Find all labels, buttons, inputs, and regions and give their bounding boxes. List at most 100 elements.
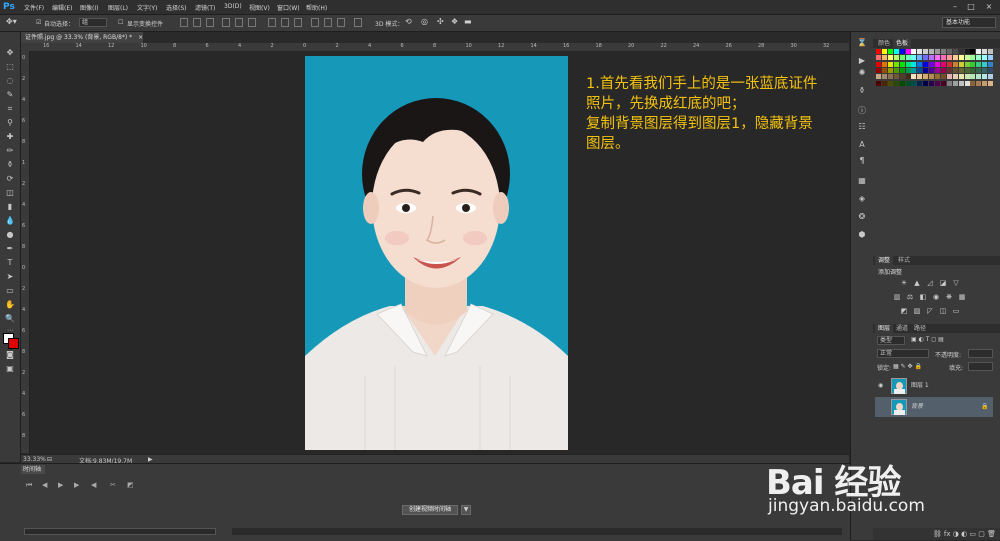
notes-icon[interactable]: ◈	[856, 194, 868, 204]
background-color-swatch[interactable]	[8, 338, 19, 349]
menu-file[interactable]: 文件(F)	[24, 3, 44, 12]
zoom-level[interactable]: 33.33%	[23, 456, 46, 463]
color-swatch[interactable]	[964, 67, 970, 73]
color-swatch[interactable]	[935, 55, 940, 61]
gradient-tool-icon[interactable]: ▮	[4, 202, 16, 212]
color-swatch[interactable]	[899, 67, 905, 73]
info-icon[interactable]: ⓘ	[856, 106, 868, 116]
hue-saturation-icon[interactable]: ▥	[893, 293, 901, 301]
photo-filter-icon[interactable]: ◉	[932, 293, 940, 301]
screen-mode-icon[interactable]: ▣	[4, 364, 16, 374]
color-swatch[interactable]	[988, 55, 994, 61]
color-swatch[interactable]	[917, 49, 923, 54]
tool-presets-icon[interactable]: ❂	[856, 212, 868, 222]
brightness-icon[interactable]: ☀	[900, 279, 908, 287]
paragraph-icon[interactable]: ¶	[856, 156, 868, 166]
color-swatch[interactable]	[940, 67, 946, 73]
color-swatch[interactable]	[905, 61, 911, 67]
workspace-dropdown[interactable]: 基本功能	[942, 17, 996, 28]
levels-icon[interactable]: ▲	[913, 279, 921, 287]
color-swatch[interactable]	[923, 74, 929, 80]
audio-icon[interactable]: ◀	[91, 481, 96, 489]
color-swatch[interactable]	[970, 80, 976, 86]
exposure-icon[interactable]: ◪	[939, 279, 947, 287]
create-video-timeline-button[interactable]: 创建视频时间轴	[402, 505, 458, 515]
layer-name[interactable]: 图层 1	[911, 376, 929, 396]
color-swatch[interactable]	[887, 61, 893, 67]
color-swatch[interactable]	[982, 49, 988, 54]
move-tool-icon[interactable]: ✥	[4, 48, 16, 58]
color-swatch[interactable]	[976, 55, 982, 61]
color-swatch[interactable]	[982, 80, 988, 86]
3d-roll-icon[interactable]: ◎	[421, 17, 428, 26]
color-swatch[interactable]	[958, 49, 964, 54]
color-swatch[interactable]	[876, 67, 881, 73]
color-swatch[interactable]	[905, 55, 911, 61]
prev-frame-icon[interactable]: ◀	[42, 481, 47, 489]
menu-filter[interactable]: 滤镜(T)	[195, 3, 215, 12]
auto-align-icon[interactable]	[354, 18, 362, 27]
color-swatch[interactable]	[976, 74, 982, 80]
clone-stamp-tool-icon[interactable]: ⚱	[4, 160, 16, 170]
color-swatch[interactable]	[964, 49, 970, 54]
color-swatch[interactable]	[881, 55, 887, 61]
color-swatch[interactable]	[887, 80, 893, 86]
visibility-eye-icon[interactable]: ◉	[878, 376, 883, 396]
color-swatch[interactable]	[946, 49, 952, 54]
color-swatch[interactable]	[988, 74, 994, 80]
color-swatch[interactable]	[970, 74, 976, 80]
color-swatch[interactable]	[917, 80, 923, 86]
color-swatch[interactable]	[923, 80, 929, 86]
color-swatch[interactable]	[952, 61, 958, 67]
properties-icon[interactable]: ☷	[856, 122, 868, 132]
color-swatch[interactable]	[911, 74, 917, 80]
character-icon[interactable]: A	[856, 140, 868, 150]
crop-tool-icon[interactable]: ⌗	[4, 104, 16, 114]
color-swatch[interactable]	[881, 61, 887, 67]
invert-icon[interactable]: ◩	[900, 307, 908, 315]
selective-color-icon[interactable]: ◫	[939, 307, 947, 315]
document-tab[interactable]: 证件照.jpg @ 33.3% (背景, RGB/8*) * ×	[21, 32, 143, 43]
opacity-input[interactable]	[968, 349, 993, 358]
layer-comps-icon[interactable]: ⬢	[856, 230, 868, 240]
color-swatch[interactable]	[893, 61, 899, 67]
color-swatch[interactable]	[887, 67, 893, 73]
color-swatch[interactable]	[929, 55, 935, 61]
tab-styles[interactable]: 样式	[895, 256, 913, 265]
color-swatch[interactable]	[876, 55, 881, 61]
close-tab-icon[interactable]: ×	[138, 34, 143, 41]
color-swatch[interactable]	[917, 61, 923, 67]
color-swatch[interactable]	[964, 55, 970, 61]
move-tool-icon[interactable]: ✥▾	[6, 17, 17, 26]
color-swatch[interactable]	[940, 61, 946, 67]
tab-layers[interactable]: 图层	[875, 324, 894, 333]
tab-adjustments[interactable]: 调整	[875, 256, 894, 265]
tab-channels[interactable]: 通道	[893, 324, 911, 333]
color-swatch[interactable]	[958, 55, 964, 61]
color-swatch[interactable]	[940, 55, 946, 61]
minimize-icon[interactable]: –	[948, 1, 962, 12]
menu-layer[interactable]: 图层(L)	[108, 3, 128, 12]
history-icon[interactable]: ⌛	[856, 38, 868, 48]
close-window-icon[interactable]: ×	[982, 1, 996, 12]
color-swatch[interactable]	[976, 49, 982, 54]
clone-source-icon[interactable]: ⚱	[856, 86, 868, 96]
layers-footer-icons[interactable]: ⛓ fx ◑ ◐ ▭ ▢ 🗑	[873, 528, 1000, 540]
color-swatch[interactable]	[935, 49, 940, 54]
align-hcenter-icon[interactable]	[235, 18, 243, 27]
color-swatch[interactable]	[887, 55, 893, 61]
threshold-icon[interactable]: ◸	[926, 307, 934, 315]
color-swatch[interactable]	[899, 55, 905, 61]
color-swatch[interactable]	[946, 74, 952, 80]
3d-scale-icon[interactable]: ▬	[464, 17, 472, 26]
3d-panel-icon[interactable]: ▦	[856, 176, 868, 186]
color-swatch[interactable]	[893, 74, 899, 80]
color-swatch[interactable]	[881, 74, 887, 80]
color-swatch[interactable]	[911, 49, 917, 54]
color-swatch[interactable]	[887, 74, 893, 80]
menu-edit[interactable]: 编辑(E)	[52, 3, 72, 12]
color-swatch[interactable]	[958, 80, 964, 86]
3d-pan-icon[interactable]: ✣	[437, 17, 444, 26]
filter-icons[interactable]: ▣ ◐ T ◻ ▤	[911, 336, 944, 343]
color-swatch[interactable]	[929, 80, 935, 86]
